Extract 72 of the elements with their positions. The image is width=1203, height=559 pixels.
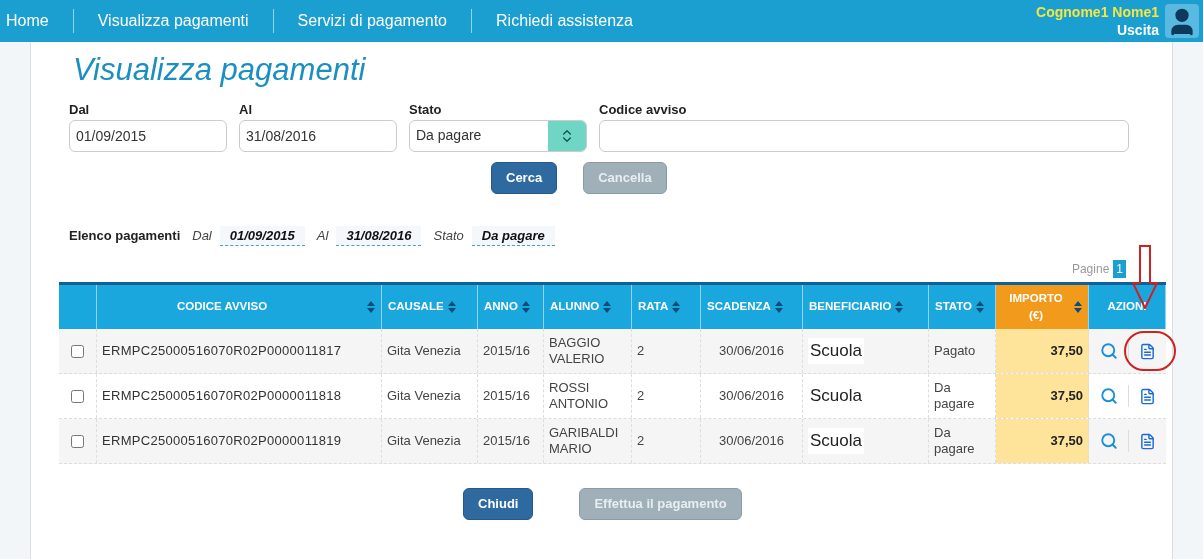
- table-cell: 2: [637, 433, 645, 449]
- nav-link[interactable]: Servizi di pagamento: [297, 9, 447, 33]
- table-cell-text: 37,50: [1050, 342, 1083, 361]
- action-button[interactable]: Chiudi: [463, 488, 534, 520]
- table-cell-text: 37,50: [1050, 387, 1083, 406]
- table-cell: Gita Venezia: [387, 433, 461, 449]
- table-cell-text: ERMPC25000516070R02P0000011818: [102, 387, 342, 406]
- document-icon[interactable]: [1138, 387, 1156, 405]
- document-icon[interactable]: [1138, 342, 1156, 360]
- user-name: Cognome1 Nome1: [1036, 3, 1159, 21]
- table-cell-text: ROSSI ANTONIO: [549, 380, 609, 412]
- table-cell: 30/06/2016: [718, 433, 785, 449]
- summary-label: Stato: [433, 227, 464, 245]
- row-checkbox[interactable]: [71, 344, 84, 358]
- table-cell-text: Da pagare: [934, 425, 976, 457]
- table-cell: Scuola: [808, 338, 864, 364]
- table-cell: 2015/16: [483, 433, 530, 449]
- table-cell: Gita Venezia: [387, 388, 461, 404]
- sort-icon: [603, 301, 612, 313]
- field-label: Stato: [409, 101, 443, 119]
- table-cell: 30/06/2016: [718, 343, 785, 359]
- nav-link[interactable]: Richiedi assistenza: [496, 9, 633, 33]
- page-link[interactable]: 1: [1113, 260, 1126, 278]
- summary-label: Dal: [192, 227, 212, 245]
- pager-label: Pagine: [1071, 261, 1110, 278]
- field-label: Al: [239, 101, 253, 119]
- document-icon[interactable]: [1138, 432, 1156, 450]
- row-checkbox[interactable]: [71, 434, 84, 448]
- table-cell: Pagato: [934, 343, 976, 359]
- input-field[interactable]: 01/09/2015: [69, 119, 227, 152]
- sort-icon: [672, 301, 681, 313]
- table-cell: Scuola: [808, 428, 864, 454]
- sort-icon: [521, 301, 530, 313]
- logout-link[interactable]: Uscita: [1116, 21, 1159, 39]
- sort-icon: [976, 301, 985, 313]
- status-select[interactable]: Da pagare: [409, 119, 587, 152]
- column-header[interactable]: IMPORTO (€): [996, 285, 1089, 329]
- table-cell-text: BAGGIO VALERIO: [549, 335, 606, 367]
- row-checkbox[interactable]: [71, 389, 84, 403]
- search-icon[interactable]: [1099, 342, 1118, 360]
- summary-value: 01/09/2015: [219, 225, 305, 246]
- table-cell: 2015/16: [483, 388, 530, 404]
- field-label: Dal: [69, 101, 91, 119]
- table-cell: Gita Venezia: [387, 343, 461, 359]
- search-icon[interactable]: [1099, 387, 1118, 405]
- table-cell: 2: [637, 388, 645, 404]
- table-cell-text: ERMPC25000516070R02P0000011819: [102, 432, 342, 451]
- input-field[interactable]: [599, 119, 1129, 152]
- sort-icon: [1074, 301, 1082, 313]
- table-cell: 2015/16: [483, 343, 530, 359]
- table-cell-text: Da pagare: [934, 380, 976, 412]
- table-cell: 2: [637, 343, 645, 359]
- search-icon[interactable]: [1099, 432, 1118, 450]
- summary-label: Al: [316, 227, 329, 245]
- sort-icon: [774, 301, 783, 313]
- table-cell-text: GARIBALDI MARIO: [549, 425, 620, 457]
- sort-icon: [895, 301, 904, 313]
- list-title: Elenco pagamenti: [69, 227, 181, 245]
- sort-icon: [367, 301, 375, 313]
- action-button[interactable]: Cerca: [491, 161, 558, 194]
- avatar-icon: [1165, 4, 1199, 38]
- nav-link[interactable]: Home: [6, 9, 49, 33]
- sort-icon: [447, 301, 456, 313]
- table-cell: 30/06/2016: [718, 388, 785, 404]
- summary-value: 31/08/2016: [336, 225, 422, 246]
- summary-value: Da pagare: [471, 225, 555, 246]
- table-cell-text: ERMPC25000516070R02P0000011817: [102, 342, 342, 361]
- page-title: Visualizza pagamenti: [72, 51, 367, 89]
- nav-link[interactable]: Visualizza pagamenti: [97, 9, 249, 33]
- table-cell-text: 37,50: [1050, 432, 1083, 451]
- input-field[interactable]: 31/08/2016: [239, 119, 397, 152]
- field-label: Codice avviso: [599, 101, 688, 119]
